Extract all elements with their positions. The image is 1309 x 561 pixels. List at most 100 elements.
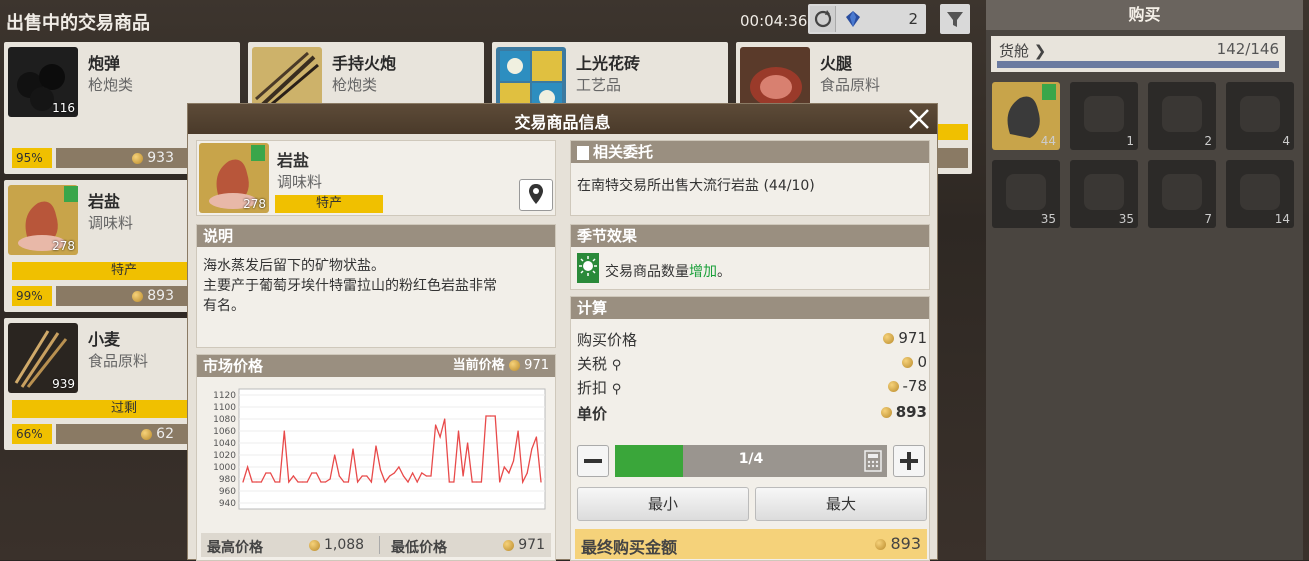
price-point: [535, 436, 538, 438]
y-tick-label: 1080: [213, 415, 236, 425]
price-point: [334, 454, 336, 456]
cargo-slot-rock-salt[interactable]: 44: [992, 82, 1060, 150]
min-button[interactable]: 最小: [577, 487, 749, 521]
price-point: [517, 430, 519, 432]
wheat-image: 939: [8, 323, 78, 393]
timer: 00:04:36: [740, 12, 808, 30]
gem-count: 2: [908, 10, 918, 28]
plus-icon: [900, 452, 918, 470]
calculator-icon[interactable]: [863, 450, 883, 472]
modal-header: 交易商品信息: [188, 104, 937, 134]
max-button[interactable]: 最大: [755, 487, 927, 521]
item-panel: 278 岩盐 调味料 特产: [196, 140, 556, 216]
price-point: [467, 442, 469, 444]
final-amount-bar: 最终购买金额 893: [575, 529, 927, 559]
cargo-slot[interactable]: 35: [1070, 160, 1138, 228]
location-button[interactable]: [519, 179, 553, 211]
good-name: 手持火炮: [332, 54, 397, 73]
price-point: [462, 475, 464, 477]
filter-button[interactable]: [940, 4, 970, 34]
decrease-button[interactable]: [577, 445, 609, 477]
refresh-icon[interactable]: [810, 6, 836, 32]
price-point: [329, 478, 331, 480]
price-point: [494, 415, 496, 417]
good-category: 食品原料: [820, 76, 881, 94]
price-point: [434, 424, 437, 426]
y-tick-label: 980: [219, 475, 236, 485]
price-point: [512, 460, 515, 462]
quantity-slider[interactable]: 1/4: [615, 445, 887, 477]
coin-icon: [132, 152, 144, 164]
modal-title: 交易商品信息: [514, 113, 611, 132]
price-point: [256, 481, 258, 483]
price-chart: 1120 1100 1080 1060 1040 1020 1000 980 960 940: [213, 388, 546, 510]
price-point: [279, 481, 281, 483]
cargo-slot[interactable]: 35: [992, 160, 1060, 228]
price-point: [393, 472, 395, 474]
price-point: [338, 475, 340, 477]
cargo-slot[interactable]: 4: [1226, 82, 1294, 150]
season-text: 交易商品数量增加。: [605, 264, 731, 280]
min-price: 971: [503, 537, 545, 553]
item-category: 调味料: [277, 173, 323, 191]
price-point: [366, 475, 368, 477]
price-point: [315, 472, 317, 474]
zoom-icon[interactable]: ⚲: [612, 358, 622, 373]
good-name: 岩盐: [88, 192, 121, 211]
cargo-slot[interactable]: 1: [1070, 82, 1138, 150]
calc-row-buy-price: 购买价格 971: [577, 329, 927, 349]
increase-button[interactable]: [893, 445, 925, 477]
cargo-box[interactable]: 货舱 ❯ 142/146: [991, 36, 1285, 72]
price-point: [274, 481, 276, 483]
cargo-slot[interactable]: 14: [1226, 160, 1294, 228]
price-point: [402, 475, 405, 477]
commission-icon: [1042, 84, 1056, 100]
buy-panel: 购买 货舱 ❯ 142/146 44 1 2 4 35 35 7 14: [986, 0, 1303, 560]
price-point: [311, 472, 313, 474]
price-point: [489, 415, 492, 417]
price-point: [297, 481, 299, 483]
good-pct: 66%: [12, 424, 52, 444]
price-point: [476, 481, 478, 483]
y-tick-label: 1040: [213, 439, 236, 449]
cargo-slot[interactable]: 7: [1148, 160, 1216, 228]
price-point: [370, 481, 372, 483]
coin-icon: [309, 539, 320, 551]
good-category: 枪炮类: [88, 76, 134, 94]
y-tick-label: 1060: [213, 427, 236, 437]
final-amount-value: 893: [875, 534, 921, 553]
price-point: [324, 481, 327, 483]
price-point: [306, 481, 308, 483]
scroll-icon: [577, 145, 589, 160]
page-title: 出售中的交易商品: [6, 13, 150, 34]
item-name: 岩盐: [277, 151, 310, 170]
price-point: [246, 466, 249, 468]
calc-title: 计算: [571, 297, 929, 319]
quantity-text: 1/4: [738, 451, 764, 467]
description-line: 海水蒸发后留下的矿物状盐。: [203, 258, 385, 274]
price-range-bar: 最高价格 1,088 最低价格 971: [201, 533, 551, 557]
calc-row-discount: 折扣 ⚲ -78: [577, 377, 927, 397]
price-point: [242, 481, 244, 483]
zoom-icon[interactable]: ⚲: [612, 382, 622, 397]
price-point: [430, 475, 432, 477]
cargo-count: 142/146: [1216, 40, 1279, 58]
price-point: [439, 436, 441, 438]
y-tick-label: 1020: [213, 451, 236, 461]
price-point: [540, 481, 542, 483]
coin-icon: [503, 539, 515, 551]
trade-info-modal: 交易商品信息 278 岩盐 调味料 特产 说明 海水蒸发后留下的矿物状盐。 主要…: [187, 103, 938, 561]
gem-icon: [844, 10, 862, 28]
price-point: [508, 472, 510, 474]
coin-icon: [509, 360, 521, 371]
minus-icon: [584, 459, 602, 463]
close-button[interactable]: [907, 107, 931, 131]
season-panel: 季节效果 交易商品数量增加。: [570, 224, 930, 290]
filter-icon: [947, 12, 963, 27]
price-point: [292, 475, 295, 477]
description-line: 主要产于葡萄牙埃什特雷拉山的粉红色岩盐非常: [203, 278, 497, 294]
commission-panel: 相关委托 在南特交易所出售大流行岩盐 (44/10): [570, 140, 930, 216]
cargo-slot[interactable]: 2: [1148, 82, 1216, 150]
commission-icon: [251, 145, 265, 161]
price-point: [320, 481, 322, 483]
